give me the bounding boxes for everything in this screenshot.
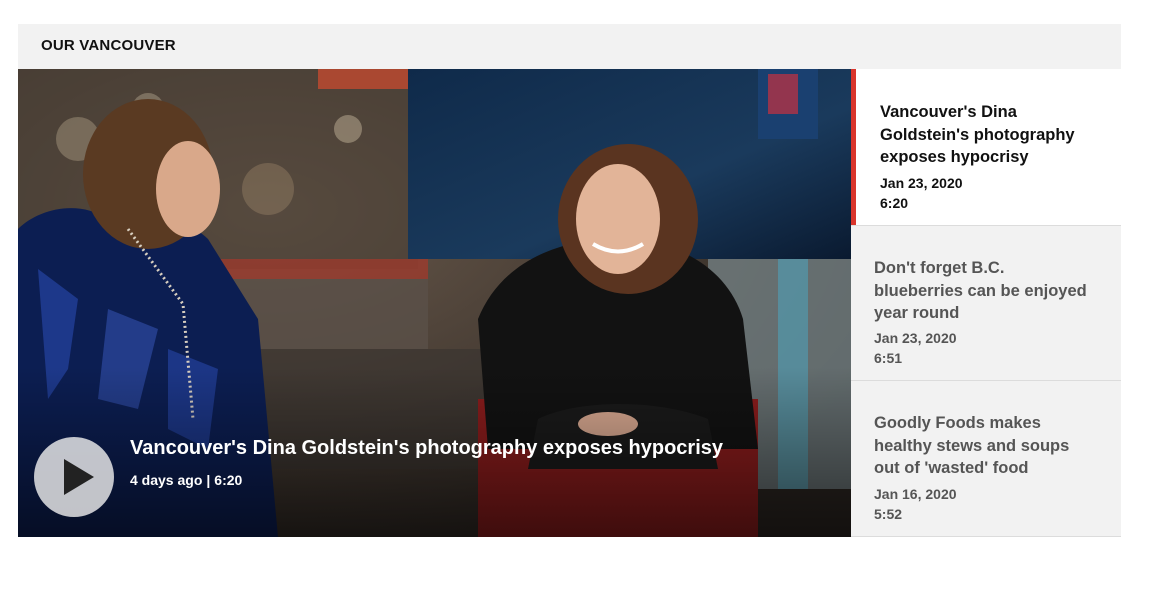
playlist-item[interactable]: Don't forget B.C. blueberries can be enj…: [851, 226, 1121, 380]
playlist-item-duration: 5:52: [874, 506, 903, 522]
title-line: Goldstein's photography: [880, 125, 1075, 144]
title-line: exposes hypocrisy: [880, 148, 1029, 166]
featured-video-title[interactable]: Vancouver's Dina Goldstein's photography…: [130, 437, 723, 460]
video-playlist: Vancouver's Dina Goldstein's photography…: [851, 69, 1121, 537]
featured-video-meta: 4 days ago | 6:20: [130, 472, 242, 488]
playlist-item-title: Don't forget B.C. blueberries can be enj…: [874, 257, 1087, 325]
section-header: OUR VANCOUVER: [18, 24, 1121, 69]
title-line: Don't forget B.C.: [874, 259, 1005, 277]
playlist-item-duration: 6:20: [880, 195, 909, 211]
featured-video[interactable]: Vancouver's Dina Goldstein's photography…: [18, 69, 851, 537]
playlist-item-date: Jan 16, 2020: [874, 486, 957, 502]
playlist-item[interactable]: Vancouver's Dina Goldstein's photography…: [851, 69, 1121, 225]
play-icon: [64, 459, 94, 495]
title-line: healthy stews and soups: [874, 436, 1070, 455]
title-line: blueberries can be enjoyed: [874, 281, 1087, 300]
playlist-item[interactable]: Goodly Foods makes healthy stews and sou…: [851, 381, 1121, 536]
title-line: year round: [874, 304, 960, 322]
playlist-item-title: Vancouver's Dina Goldstein's photography…: [880, 101, 1075, 169]
playlist-item-date: Jan 23, 2020: [880, 175, 963, 191]
title-line: Goodly Foods makes: [874, 414, 1041, 432]
title-line: Vancouver's Dina: [880, 103, 1017, 121]
featured-video-age: 4 days ago: [130, 472, 203, 488]
section-title: OUR VANCOUVER: [41, 37, 176, 54]
playlist-item-date: Jan 23, 2020: [874, 330, 957, 346]
playlist-item-title: Goodly Foods makes healthy stews and sou…: [874, 412, 1069, 480]
meta-separator: |: [206, 472, 211, 488]
title-line: out of 'wasted' food: [874, 459, 1029, 477]
play-button[interactable]: [34, 437, 114, 517]
featured-video-duration: 6:20: [214, 472, 243, 488]
playlist-item-duration: 6:51: [874, 350, 903, 366]
